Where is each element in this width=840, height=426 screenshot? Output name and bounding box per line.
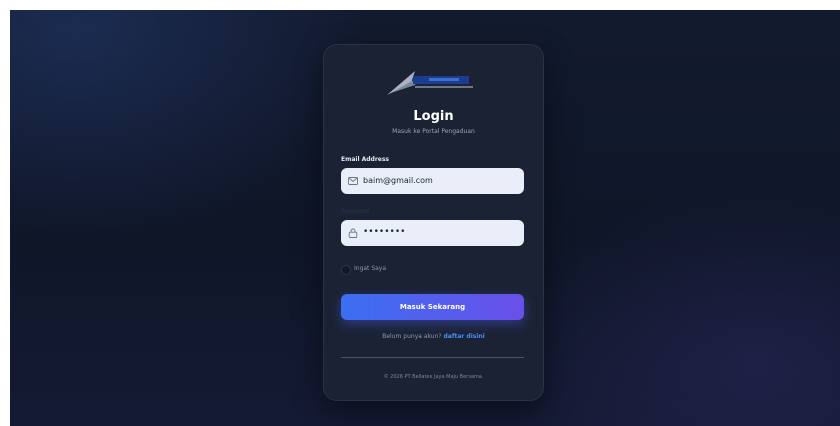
mail-icon [348,177,358,185]
email-value: baim@gmail.com [363,176,433,185]
page-background: Login Masuk ke Portal Pengaduan Email Ad… [10,10,840,426]
submit-button[interactable]: Masuk Sekarang [341,294,524,320]
email-label: Email Address [341,156,390,163]
footer-text: © 2026 PT Bellatex Jaya Maju Bersama. [383,374,484,380]
register-link[interactable]: daftar disini [444,333,485,340]
page-title: Login [413,109,454,124]
lock-icon [348,228,358,238]
divider [341,357,524,358]
page-subtitle: Masuk ke Portal Pengaduan [392,128,475,135]
company-logo [387,71,473,95]
register-prompt: Belum punya akun? daftar disini [324,333,543,340]
password-field[interactable]: •••••••• [341,220,524,246]
remember-checkbox[interactable] [341,265,351,275]
login-card: Login Masuk ke Portal Pengaduan Email Ad… [323,44,544,401]
password-label: Password [341,208,370,215]
email-field[interactable]: baim@gmail.com [341,168,524,194]
register-text: Belum punya akun? [382,333,442,340]
password-value: •••••••• [363,227,406,237]
remember-label: Ingat Saya [354,265,387,272]
